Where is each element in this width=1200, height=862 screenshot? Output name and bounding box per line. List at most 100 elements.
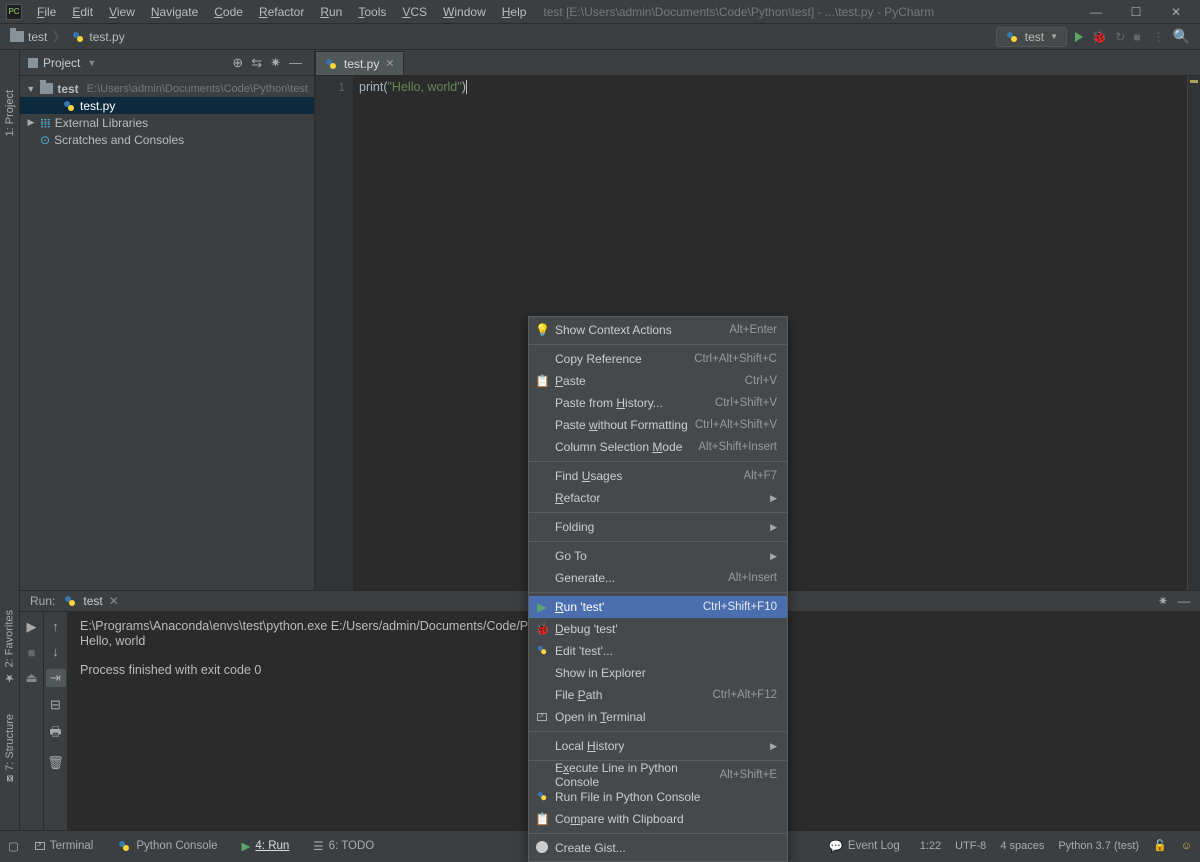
- ctx-file-path[interactable]: File PathCtrl+Alt+F12: [529, 684, 787, 706]
- trash-icon[interactable]: 🗑: [47, 755, 64, 771]
- context-menu[interactable]: 💡Show Context ActionsAlt+Enter Copy Refer…: [528, 316, 788, 862]
- python-file-icon: [71, 30, 85, 44]
- caret-position[interactable]: 1:22: [920, 840, 941, 852]
- ctx-show-context-actions[interactable]: 💡Show Context ActionsAlt+Enter: [529, 319, 787, 341]
- hide-icon[interactable]: —: [289, 55, 302, 70]
- ctx-paste[interactable]: 📋PasteCtrl+V: [529, 370, 787, 392]
- exit-icon[interactable]: ⏏: [25, 670, 37, 686]
- search-everywhere-button[interactable]: 🔍: [1173, 28, 1190, 45]
- run-tab[interactable]: test ✕: [63, 594, 118, 608]
- terminal-tool-button[interactable]: Terminal: [29, 837, 99, 855]
- editor-tab[interactable]: test.py ✕: [315, 51, 404, 75]
- settings-icon[interactable]: ✷: [270, 55, 281, 71]
- todo-tool-button[interactable]: ☰6: TODO: [307, 836, 380, 856]
- breadcrumb-root[interactable]: test: [10, 30, 47, 44]
- menu-vcs[interactable]: VCS: [395, 2, 434, 22]
- menu-file[interactable]: File: [30, 2, 63, 22]
- ctx-generate-[interactable]: Generate...Alt+Insert: [529, 567, 787, 589]
- ctx-find-usages[interactable]: Find UsagesAlt+F7: [529, 465, 787, 487]
- run-label: Run:: [30, 594, 55, 608]
- print-icon[interactable]: 🖶: [49, 723, 61, 745]
- run-coverage-button[interactable]: ↻: [1115, 30, 1125, 44]
- close-icon[interactable]: ✕: [109, 594, 119, 608]
- ctx-go-to[interactable]: Go To▶: [529, 545, 787, 567]
- left-tool-gutter-bottom: ★ 2: Favorites ⧇ 7: Structure: [0, 590, 20, 830]
- window-controls: ― ☐ ✕: [1084, 5, 1188, 19]
- breadcrumb-file[interactable]: test.py: [71, 30, 124, 44]
- ctx-paste-from-history-[interactable]: Paste from History...Ctrl+Shift+V: [529, 392, 787, 414]
- menu-view[interactable]: View: [102, 2, 142, 22]
- encoding[interactable]: UTF-8: [955, 840, 986, 852]
- event-log-icon: 💬: [829, 839, 843, 853]
- folder-icon: [10, 31, 24, 42]
- settings-icon[interactable]: ✷: [1158, 594, 1168, 608]
- favorites-tool-button[interactable]: ★ 2: Favorites: [3, 610, 16, 684]
- menu-edit[interactable]: Edit: [65, 2, 100, 22]
- ctx-folding[interactable]: Folding▶: [529, 516, 787, 538]
- ctx-debug-test-[interactable]: 🐞Debug 'test': [529, 618, 787, 640]
- event-log-button[interactable]: 💬Event Log: [823, 836, 906, 856]
- menu-code[interactable]: Code: [207, 2, 250, 22]
- window-title: test [E:\Users\admin\Documents\Code\Pyth…: [543, 5, 1084, 19]
- scroll-end-icon[interactable]: ⊟: [50, 697, 61, 713]
- tree-root[interactable]: ▼ test E:\Users\admin\Documents\Code\Pyt…: [20, 80, 314, 97]
- close-button[interactable]: ✕: [1164, 5, 1188, 19]
- ctx-open-in-terminal[interactable]: Open in Terminal: [529, 706, 787, 728]
- menu-help[interactable]: Help: [495, 2, 534, 22]
- ctx-refactor[interactable]: Refactor▶: [529, 487, 787, 509]
- ctx-create-gist-[interactable]: Create Gist...: [529, 837, 787, 859]
- run-config-selector[interactable]: test ▼: [996, 27, 1067, 47]
- stop-button[interactable]: ■: [1133, 30, 1140, 44]
- ctx-copy-reference[interactable]: Copy ReferenceCtrl+Alt+Shift+C: [529, 348, 787, 370]
- project-tree[interactable]: ▼ test E:\Users\admin\Documents\Code\Pyt…: [20, 76, 314, 152]
- ctx-execute-line-in-python-console[interactable]: Execute Line in Python ConsoleAlt+Shift+…: [529, 764, 787, 786]
- menu-tools[interactable]: Tools: [351, 2, 393, 22]
- soft-wrap-icon[interactable]: ⇥: [46, 669, 66, 687]
- run-tool-button[interactable]: ▶4: Run: [236, 836, 296, 856]
- ctx-paste-without-formatting[interactable]: Paste without FormattingCtrl+Alt+Shift+V: [529, 414, 787, 436]
- ctx-local-history[interactable]: Local History▶: [529, 735, 787, 757]
- stop-icon[interactable]: ■: [28, 645, 36, 660]
- project-tool-button[interactable]: 1: Project: [4, 90, 16, 136]
- indent[interactable]: 4 spaces: [1000, 840, 1044, 852]
- terminal-icon: [35, 842, 45, 850]
- tool-window-quick-access-icon[interactable]: ▢: [8, 839, 19, 853]
- menu-run[interactable]: Run: [313, 2, 349, 22]
- structure-tool-button[interactable]: ⧇ 7: Structure: [4, 714, 16, 782]
- update-button[interactable]: ⋮: [1153, 30, 1165, 44]
- expand-icon[interactable]: ▶: [26, 117, 36, 128]
- expand-icon[interactable]: ▼: [26, 84, 36, 94]
- ctx-show-in-explorer[interactable]: Show in Explorer: [529, 662, 787, 684]
- interpreter[interactable]: Python 3.7 (test): [1058, 840, 1139, 852]
- ctx-run-file-in-python-console[interactable]: Run File in Python Console: [529, 786, 787, 808]
- lock-icon[interactable]: 🔓: [1153, 839, 1167, 852]
- up-icon[interactable]: ↑: [52, 619, 59, 634]
- left-tool-gutter: 1: Project: [0, 50, 20, 590]
- hector-icon[interactable]: ☺: [1181, 840, 1192, 852]
- warning-marker[interactable]: [1190, 80, 1198, 83]
- tree-scratches[interactable]: ⊙ Scratches and Consoles: [20, 131, 314, 148]
- down-icon[interactable]: ↓: [52, 644, 59, 659]
- python-console-tool-button[interactable]: Python Console: [111, 836, 223, 856]
- hide-icon[interactable]: —: [1178, 594, 1190, 608]
- collapse-icon[interactable]: ⇆: [251, 55, 262, 71]
- close-tab-icon[interactable]: ✕: [385, 57, 394, 70]
- debug-button[interactable]: 🐞: [1091, 29, 1107, 45]
- ctx-run-test-[interactable]: ▶Run 'test'Ctrl+Shift+F10: [529, 596, 787, 618]
- ctx-compare-with-clipboard[interactable]: 📋Compare with Clipboard: [529, 808, 787, 830]
- tree-external-libs[interactable]: ▶ 𝍖 External Libraries: [20, 114, 314, 131]
- locate-icon[interactable]: ⊕: [232, 55, 243, 71]
- ctx-column-selection-mode[interactable]: Column Selection ModeAlt+Shift+Insert: [529, 436, 787, 458]
- maximize-button[interactable]: ☐: [1124, 5, 1148, 19]
- python-icon: [117, 839, 131, 853]
- tree-file[interactable]: test.py: [20, 97, 314, 114]
- rerun-icon[interactable]: ▶: [27, 619, 37, 635]
- run-button[interactable]: [1075, 32, 1083, 42]
- ctx-edit-test-[interactable]: Edit 'test'...: [529, 640, 787, 662]
- menu-refactor[interactable]: Refactor: [252, 2, 311, 22]
- menu-navigate[interactable]: Navigate: [144, 2, 205, 22]
- project-panel-title[interactable]: Project ▼: [28, 56, 96, 70]
- menu-window[interactable]: Window: [436, 2, 493, 22]
- minimize-button[interactable]: ―: [1084, 5, 1108, 19]
- error-stripe[interactable]: [1188, 76, 1200, 590]
